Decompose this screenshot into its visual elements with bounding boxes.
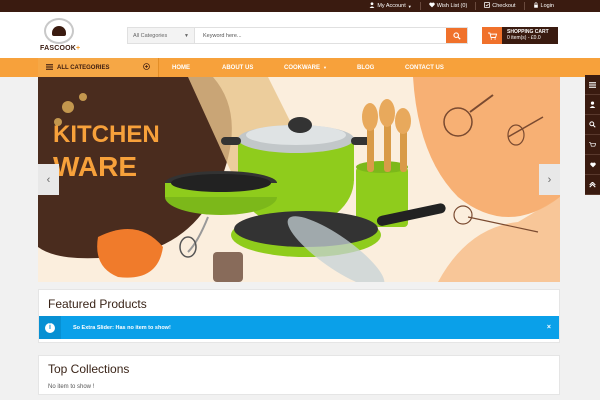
lock-icon [533,2,539,10]
side-account-button[interactable] [585,95,600,115]
user-icon [589,101,596,108]
floating-side-toolbar [585,75,600,195]
chevron-up-icon [589,181,596,187]
nav-item-blog[interactable]: BLOG [357,58,374,77]
top-collections-section: Top Collections No item to show ! [38,355,560,395]
user-icon [369,2,375,10]
side-menu-button[interactable] [585,75,600,95]
banner-headline-kitchen: KITCHEN [53,121,160,148]
cart-summary: 0 item(s) - £0.0 [507,35,541,41]
checkout-icon [484,2,491,10]
side-search-button[interactable] [585,115,600,135]
search-icon [589,121,596,128]
chevron-down-icon: ▼ [184,32,189,39]
login-label: Login [540,3,554,9]
nav-item-cookware-label: COOKWARE [284,64,320,71]
cart-icon [589,141,596,147]
all-categories-label: ALL CATEGORIES [57,64,110,71]
slider-prev-button[interactable]: ‹ [38,164,59,195]
search-bar: All Categories ▼ [127,27,468,44]
nav-item-about-us[interactable]: ABOUT US [222,58,253,77]
caret-down-icon: ▼ [407,3,412,9]
site-logo[interactable]: FASCOOK+ [40,18,80,54]
top-collections-empty-text: No item to show ! [48,384,95,390]
hero-slider[interactable]: KITCHEN WARE ‹ › [38,77,560,282]
wishlist-label: Wish List (0) [436,3,468,9]
chef-hat-icon [44,18,74,44]
site-header: FASCOOK+ All Categories ▼ SHOPPING CART … [0,12,600,58]
info-icon: i [39,316,61,339]
search-button[interactable] [446,28,467,43]
top-links: My Account ▼ Wish List (0) Checkout Logi… [361,0,562,12]
category-select-value: All Categories [133,32,168,39]
checkout-link[interactable]: Checkout [475,2,523,10]
main-navigation: ALL CATEGORIES HOME ABOUT US COOKWARE ▼ … [0,58,600,77]
banner-headline-ware: WARE [53,151,137,182]
close-icon[interactable]: × [547,324,559,331]
wishlist-link[interactable]: Wish List (0) [419,2,476,10]
search-icon [452,31,461,40]
kitchenware-banner-image: KITCHEN WARE [38,77,560,282]
alert-message: So Extra Slider: Has no item to show! [73,324,171,331]
back-to-top-button[interactable] [585,175,600,195]
chevron-left-icon: ‹ [46,173,51,186]
heart-icon [429,2,435,10]
all-categories-menu[interactable]: ALL CATEGORIES [38,58,159,77]
checkout-label: Checkout [492,3,516,9]
caret-down-icon: ▼ [323,65,327,70]
side-wishlist-button[interactable] [585,155,600,175]
login-link[interactable]: Login [523,2,562,10]
plus-circle-icon [143,63,150,72]
nav-item-cookware[interactable]: COOKWARE ▼ [284,58,327,77]
list-icon [589,81,596,88]
top-bar: My Account ▼ Wish List (0) Checkout Logi… [0,0,600,12]
search-input[interactable] [195,28,446,43]
featured-products-title: Featured Products [48,297,147,311]
shopping-cart-button[interactable]: SHOPPING CART 0 item(s) - £0.0 [482,27,558,44]
featured-products-alert: i So Extra Slider: Has no item to show! … [39,316,559,339]
heart-icon [589,162,596,167]
side-cart-button[interactable] [585,135,600,155]
list-icon [46,63,53,72]
top-collections-title: Top Collections [48,362,130,376]
my-account-label: My Account [377,3,406,9]
chevron-right-icon: › [547,173,552,186]
logo-text: FASCOOK+ [40,45,81,52]
cart-icon [482,27,502,44]
nav-item-home[interactable]: HOME [172,58,190,77]
category-select[interactable]: All Categories ▼ [128,28,195,43]
nav-item-contact-us[interactable]: CONTACT US [405,58,444,77]
slider-next-button[interactable]: › [539,164,560,195]
my-account-link[interactable]: My Account ▼ [361,2,419,10]
